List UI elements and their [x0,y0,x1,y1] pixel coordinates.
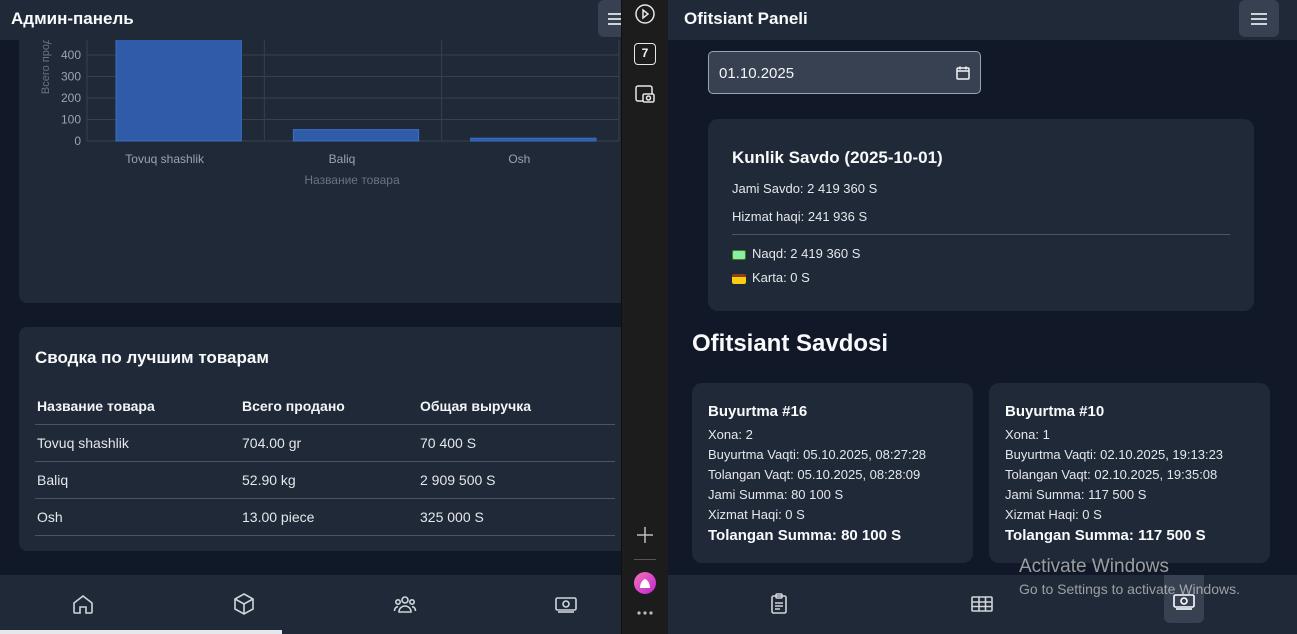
waiter-menu-button[interactable] [1239,0,1279,37]
column-header: Всего продано [240,389,418,425]
table-icon[interactable] [970,592,994,616]
order-time: Buyurtma Vaqti: 02.10.2025, 19:13:23 [1005,447,1224,462]
play-icon[interactable] [634,3,656,25]
app-icon[interactable] [634,572,656,594]
x-tick-label: Osh [508,152,530,166]
order-service-fee: Xizmat Haqi: 0 S [708,507,805,522]
revenue: 2 909 500 S [418,461,615,499]
sales-chart-card: 0 100 200 300 400 Tovuq shashlik Baliq Osh Назва… [19,30,621,303]
daily-sales-title: Kunlik Savdo (2025-10-01) [732,148,943,167]
calendar-icon[interactable] [955,65,971,81]
sold-amount: 704.00 gr [240,424,418,462]
top-products-card: Сводка по лучшим товарам Название товара… [19,327,621,551]
paid-time: Tolangan Vaqt: 02.10.2025, 19:35:08 [1005,467,1218,482]
admin-bottom-nav [0,575,621,634]
order-card: Buyurtma #10 Xona: 1 Buyurtma Vaqti: 02.… [989,383,1270,563]
users-icon[interactable] [393,592,417,616]
bar [292,129,420,142]
cash-row: Naqd: 2 419 360 S [732,246,860,261]
cash-icon [732,249,746,260]
paid-total: Tolangan Summa: 117 500 S [1005,527,1206,544]
waiter-sales-title: Ofitsiant Savdosi [692,330,889,357]
service-fee: Hizmat haqi: 241 936 S [732,209,868,224]
column-header: Общая выручка [418,389,615,425]
table-row: Baliq 52.90 kg 2 909 500 S [35,461,615,499]
y-tick-label: 400 [61,48,81,62]
x-tick-label: Baliq [329,152,356,166]
waiter-title: Ofitsiant Paneli [684,9,808,28]
daily-sales-card: Kunlik Savdo (2025-10-01) Jami Savdo: 2 … [708,119,1254,311]
y-axis-label: Всего прод [40,37,52,94]
table-row: Tovuq shashlik 704.00 gr 70 400 S [35,424,615,462]
total-sales: Jami Savdo: 2 419 360 S [732,181,878,196]
camera-icon[interactable] [634,83,656,105]
box-icon[interactable] [232,592,256,616]
activate-windows-subtitle: Go to Settings to activate Windows. [1019,581,1240,597]
order-service-fee: Xizmat Haqi: 0 S [1005,507,1102,522]
order-total: Jami Summa: 117 500 S [1005,487,1147,502]
money-icon[interactable] [554,592,578,616]
column-header: Название товара [35,389,240,425]
y-tick-label: 200 [61,91,81,105]
waiter-header: Ofitsiant Paneli [668,0,1297,40]
sidebar-divider [634,559,656,560]
x-axis-label: Название товара [304,173,400,187]
sales-bar-chart: 0 100 200 300 400 Tovuq shashlik Baliq Osh Назва… [40,30,620,187]
y-tick-label: 0 [74,134,81,148]
home-icon[interactable] [71,592,95,616]
divider [732,234,1230,235]
revenue: 70 400 S [418,424,615,462]
product-name: Baliq [35,461,240,499]
top-products-title: Сводка по лучшим товарам [35,348,269,367]
order-title: Buyurtma #16 [708,403,808,420]
order-room: Xona: 1 [1005,427,1050,442]
order-total: Jami Summa: 80 100 S [708,487,844,502]
calendar-icon[interactable]: 7 [634,43,656,65]
order-card: Buyurtma #16 Xona: 2 Buyurtma Vaqti: 05.… [692,383,973,563]
more-icon[interactable] [634,602,656,624]
card-amount: Karta: 0 S [752,270,810,285]
revenue: 325 000 S [418,498,615,536]
order-room: Xona: 2 [708,427,753,442]
clipboard-icon[interactable] [767,592,791,616]
product-name: Osh [35,498,240,536]
card-row: Karta: 0 S [732,270,810,285]
activate-windows-title: Activate Windows [1019,556,1169,577]
date-input[interactable]: 01.10.2025 [708,51,981,94]
top-products-table: Название товара Всего продано Общая выру… [35,389,615,536]
plus-icon[interactable] [634,524,656,546]
product-name: Tovuq shashlik [35,424,240,462]
browser-sidebar: 7 [621,0,668,634]
paid-total: Tolangan Summa: 80 100 S [708,527,902,544]
order-title: Buyurtma #10 [1005,403,1105,420]
order-time: Buyurtma Vaqti: 05.10.2025, 08:27:28 [708,447,927,462]
bar [115,30,242,142]
cash-amount: Naqd: 2 419 360 S [752,246,861,261]
table-row: Osh 13.00 piece 325 000 S [35,498,615,536]
credit-card-icon [732,273,746,284]
y-tick-label: 100 [61,113,81,127]
y-tick-label: 300 [61,70,81,84]
paid-time: Tolangan Vaqt: 05.10.2025, 08:28:09 [708,467,921,482]
menu-icon [608,13,621,25]
sold-amount: 52.90 kg [240,461,418,499]
admin-title: Админ-панель [11,9,134,28]
waiter-panel: 01.10.2025 Kunlik Savdo (2025-10-01) Jam… [668,0,1297,634]
bar [470,137,597,142]
horizontal-scrollbar[interactable] [0,630,282,634]
sold-amount: 13.00 piece [240,498,418,536]
admin-menu-button[interactable] [598,0,621,37]
date-value: 01.10.2025 [719,65,795,82]
menu-icon [1251,13,1267,25]
admin-header: Админ-панель [0,0,621,40]
admin-panel: 0 100 200 300 400 Tovuq shashlik Baliq Osh Назва… [0,0,621,634]
x-tick-label: Tovuq shashlik [125,152,205,166]
